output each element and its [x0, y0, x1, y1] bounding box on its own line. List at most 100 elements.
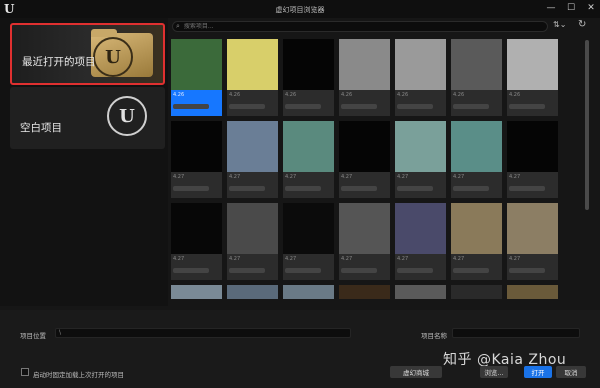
category-label: 最近打开的项目: [22, 56, 96, 68]
project-caption: 4.26: [283, 90, 334, 116]
project-tile[interactable]: 4.27: [451, 121, 502, 198]
maximize-button[interactable]: ☐: [566, 2, 576, 14]
project-caption: 4.27: [451, 254, 502, 280]
project-caption: 4.26: [227, 90, 278, 116]
marketplace-label: 虚幻商城: [403, 369, 429, 377]
project-name-redacted: [285, 186, 321, 191]
project-tile[interactable]: 4.27: [227, 121, 278, 198]
project-tile[interactable]: 4.27: [395, 203, 446, 280]
project-thumbnail: [451, 203, 502, 254]
project-caption: 4.27: [395, 172, 446, 198]
project-tile[interactable]: 4.26: [227, 39, 278, 116]
project-tile[interactable]: 4.26: [395, 39, 446, 116]
project-name-redacted: [229, 186, 265, 191]
project-tile[interactable]: 4.27: [507, 203, 558, 280]
project-tile[interactable]: 4.27: [395, 121, 446, 198]
project-thumbnail: [283, 285, 334, 299]
project-tile[interactable]: 4.27: [339, 121, 390, 198]
project-browser-window: U 虚幻项目浏览器 — ☐ ✕ U 最近打开的项目 U 空白项目 ⌕ ⇅⌄ ↻ …: [0, 0, 600, 388]
project-tile[interactable]: 4.27: [227, 203, 278, 280]
engine-version: 4.27: [173, 174, 185, 180]
project-thumbnail: [451, 285, 502, 299]
project-thumbnail: [339, 39, 390, 90]
project-name-field[interactable]: [452, 328, 580, 338]
engine-version: 4.27: [229, 174, 241, 180]
open-label: 打开: [531, 369, 545, 377]
engine-version: 4.27: [229, 256, 241, 262]
engine-version: 4.27: [341, 174, 353, 180]
project-tile[interactable]: 4.27: [507, 121, 558, 198]
project-tile[interactable]: [171, 285, 222, 299]
load-last-project-label: 启动时固定加载上次打开的项目: [33, 371, 124, 379]
project-thumbnail: [339, 121, 390, 172]
project-thumbnail: [171, 121, 222, 172]
project-thumbnail: [339, 285, 390, 299]
project-tile[interactable]: 4.27: [283, 203, 334, 280]
close-button[interactable]: ✕: [586, 2, 596, 14]
cancel-button[interactable]: 取消: [556, 366, 586, 378]
grid-scrollbar[interactable]: [585, 40, 589, 210]
project-name-redacted: [285, 104, 321, 109]
minimize-button[interactable]: —: [546, 2, 556, 14]
project-thumbnail: [507, 121, 558, 172]
project-name-redacted: [397, 186, 433, 191]
project-thumbnail: [283, 203, 334, 254]
project-caption: 4.26: [451, 90, 502, 116]
project-tile[interactable]: 4.26: [339, 39, 390, 116]
open-button[interactable]: 打开: [524, 366, 552, 378]
project-tile[interactable]: [339, 285, 390, 299]
sort-options-icon[interactable]: ⇅⌄: [553, 20, 566, 29]
window-title: 虚幻项目浏览器: [275, 6, 325, 14]
engine-version: 4.26: [173, 92, 185, 98]
project-tile[interactable]: 4.27: [283, 121, 334, 198]
project-thumbnail: [395, 39, 446, 90]
engine-version: 4.27: [397, 174, 409, 180]
project-tile[interactable]: 4.27: [451, 203, 502, 280]
category-label: 空白项目: [20, 122, 62, 134]
browse-button[interactable]: 浏览...: [480, 366, 508, 378]
project-name-redacted: [397, 104, 433, 109]
search-bar[interactable]: ⌕: [172, 21, 548, 32]
project-caption: 4.27: [339, 254, 390, 280]
project-tile[interactable]: 4.27: [171, 121, 222, 198]
project-name-redacted: [509, 186, 545, 191]
project-tile[interactable]: [283, 285, 334, 299]
project-tile[interactable]: [451, 285, 502, 299]
project-thumbnail: [507, 203, 558, 254]
search-icon: ⌕: [176, 22, 180, 30]
project-caption: 4.27: [507, 172, 558, 198]
project-grid: 4.26 4.26 4.26 4.26 4.26 4.26 4.26 4.27 4.27 4.27…: [171, 39, 581, 299]
project-name-redacted: [397, 268, 433, 273]
project-tile[interactable]: 4.27: [339, 203, 390, 280]
project-tile[interactable]: 4.27: [171, 203, 222, 280]
project-name-label: 项目名称: [421, 332, 447, 340]
project-tile[interactable]: [395, 285, 446, 299]
category-recent-projects[interactable]: U 最近打开的项目: [10, 23, 165, 85]
project-name-redacted: [509, 268, 545, 273]
category-blank-project[interactable]: U 空白项目: [10, 87, 165, 149]
project-name-redacted: [229, 104, 265, 109]
project-tile[interactable]: 4.26: [507, 39, 558, 116]
project-tile[interactable]: 4.26: [451, 39, 502, 116]
project-thumbnail: [283, 121, 334, 172]
unreal-logo-icon: U: [93, 37, 133, 77]
engine-version: 4.26: [229, 92, 241, 98]
title-bar: U 虚幻项目浏览器 — ☐ ✕: [0, 0, 600, 18]
search-input[interactable]: [183, 23, 524, 30]
project-tile[interactable]: 4.26: [171, 39, 222, 116]
project-tile[interactable]: [227, 285, 278, 299]
marketplace-button[interactable]: 虚幻商城: [390, 366, 442, 378]
project-tile[interactable]: 4.26: [283, 39, 334, 116]
project-location-field[interactable]: \: [55, 328, 351, 338]
project-thumbnail: [227, 285, 278, 299]
project-name-redacted: [453, 268, 489, 273]
project-thumbnail: [171, 203, 222, 254]
project-name-redacted: [173, 268, 209, 273]
refresh-icon[interactable]: ↻: [578, 19, 586, 30]
project-thumbnail: [171, 285, 222, 299]
project-name-redacted: [341, 268, 377, 273]
load-last-project-checkbox[interactable]: [21, 368, 29, 376]
project-caption: 4.27: [283, 254, 334, 280]
project-tile[interactable]: [507, 285, 558, 299]
engine-version: 4.26: [453, 92, 465, 98]
